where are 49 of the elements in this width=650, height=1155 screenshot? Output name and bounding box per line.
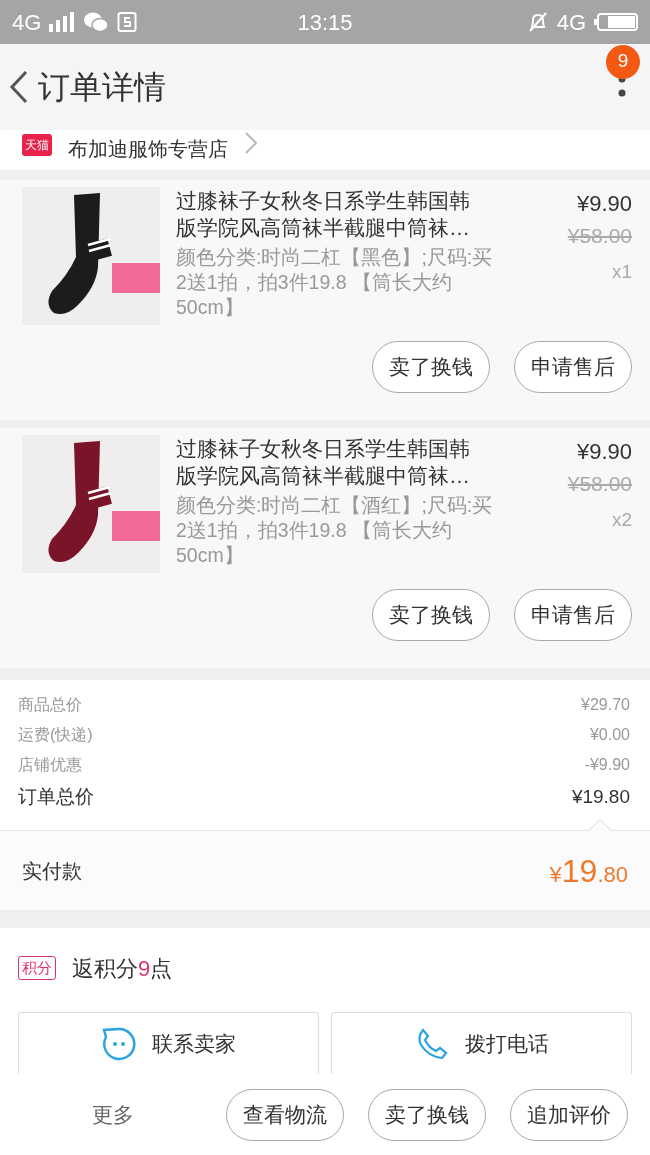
- action-button[interactable]: 卖了换钱: [372, 341, 490, 393]
- network-label: 4G: [12, 8, 42, 37]
- quantity: x1: [610, 259, 632, 284]
- notification-badge: 9: [606, 44, 640, 79]
- muted-bell-icon: [526, 11, 549, 33]
- product-spec: 颜色分类:时尚二杠【黑色】;尺码:买2送1拍，拍3件19.8 【筒长大约50cm】: [176, 245, 494, 320]
- points-tag: 积分: [18, 955, 56, 981]
- contact-button[interactable]: 拨打电话: [331, 1012, 632, 1074]
- contact-button[interactable]: 联系卖家: [18, 1012, 319, 1074]
- signal-icon: [49, 12, 76, 32]
- quantity: x2: [610, 507, 632, 532]
- product-title: 过膝袜子女秋冬日系学生韩国韩版学院风高筒袜半截腿中筒袜…: [176, 436, 471, 489]
- network-label: 4G: [556, 8, 586, 37]
- payment-amount: ¥19.80: [549, 851, 628, 891]
- clock: 13:15: [297, 8, 353, 37]
- back-icon: [8, 69, 30, 105]
- action-button[interactable]: 卖了换钱: [368, 1089, 486, 1141]
- payment-label: 实付款: [22, 858, 82, 884]
- product-spec: 颜色分类:时尚二杠【酒红】;尺码:买2送1拍，拍3件19.8 【筒长大约50cm】: [176, 493, 494, 568]
- app-icon: [117, 11, 138, 33]
- original-price: ¥58.00: [566, 223, 632, 249]
- platform-tag: 天猫: [22, 134, 52, 156]
- back-button[interactable]: [8, 69, 30, 105]
- product-title: 过膝袜子女秋冬日系学生韩国韩版学院风高筒袜半截腿中筒袜…: [176, 188, 471, 241]
- summary-value: ¥0.00: [589, 725, 630, 745]
- summary-label: 店铺优惠: [18, 755, 82, 775]
- summary-label: 订单总价: [18, 785, 94, 809]
- product-price: ¥9.90: [575, 190, 632, 218]
- shop-row[interactable]: 天猫 布加迪服饰专营店: [0, 130, 650, 170]
- shop-name: 布加迪服饰专营店: [68, 137, 228, 162]
- summary-value: ¥29.70: [581, 695, 630, 715]
- summary-value: ¥19.80: [571, 785, 630, 809]
- summary-value: -¥9.90: [584, 755, 630, 775]
- chat-icon: [83, 11, 110, 33]
- page-title: 订单详情: [38, 68, 166, 107]
- summary-label: 商品总价: [18, 695, 82, 715]
- action-button[interactable]: 卖了换钱: [372, 589, 490, 641]
- action-button[interactable]: 申请售后: [514, 589, 632, 641]
- action-button[interactable]: 申请售后: [514, 341, 632, 393]
- battery-icon: [594, 11, 638, 33]
- chat-bubble-icon: [101, 1026, 136, 1061]
- more-link[interactable]: 更多: [0, 1099, 226, 1131]
- action-button[interactable]: 查看物流: [226, 1089, 344, 1141]
- product-price: ¥9.90: [575, 438, 632, 466]
- original-price: ¥58.00: [566, 471, 632, 497]
- summary-label: 运费(快递): [18, 725, 93, 745]
- points-text: 返积分9点: [72, 954, 173, 983]
- action-button[interactable]: 追加评价: [510, 1089, 628, 1141]
- chevron-right-icon: [244, 130, 258, 156]
